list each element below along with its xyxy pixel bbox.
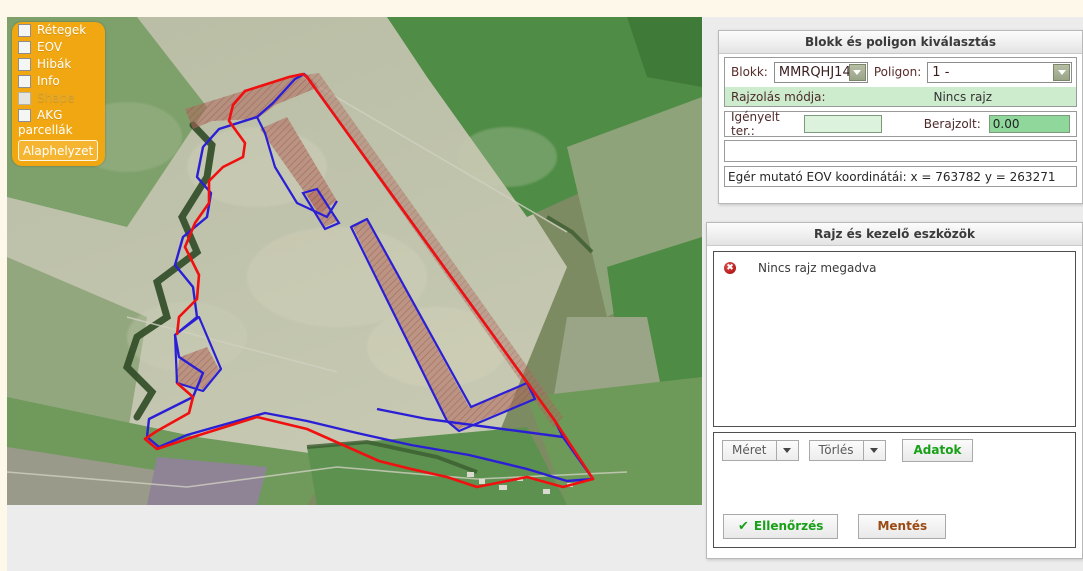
poligon-label: Poligon: <box>873 65 922 79</box>
tool-buttons-box: Méret Törlés Adatok ✔ Ellenőrzés Mentés <box>713 432 1076 548</box>
error-icon: ✖ <box>724 262 736 274</box>
layer-checkbox-akg[interactable] <box>18 109 31 122</box>
message-text: Nincs rajz megadva <box>758 261 877 275</box>
layer-item-eov[interactable]: EOV <box>12 39 105 56</box>
meret-button-label[interactable]: Méret <box>722 440 776 461</box>
requested-area-input[interactable] <box>803 115 882 133</box>
draw-mode-row: Rajzolás módja: Nincs rajz <box>725 86 1076 106</box>
layer-checkbox-retegek[interactable] <box>18 24 31 37</box>
message-list-box: ✖ Nincs rajz megadva <box>713 251 1076 427</box>
selection-fields-group: Blokk: MMRQHJ14 Poligon: 1 - Rajzolás mó… <box>724 57 1077 107</box>
layer-checkbox-eov[interactable] <box>18 41 31 54</box>
layer-label-hibak: Hibák <box>37 57 72 71</box>
meret-split-button[interactable]: Méret <box>722 440 799 461</box>
poligon-value: 1 - <box>932 64 950 80</box>
layer-item-akg[interactable]: AKG <box>12 107 105 124</box>
torles-split-button[interactable]: Törlés <box>808 440 886 461</box>
satellite-parcel-map[interactable] <box>7 17 702 505</box>
reset-view-button[interactable]: Alaphelyzet <box>18 140 98 161</box>
chevron-down-icon[interactable] <box>848 63 866 81</box>
check-icon: ✔ <box>738 519 749 534</box>
layer-item-info[interactable]: Info <box>12 73 105 90</box>
layer-item-retegek[interactable]: Rétegek <box>12 22 105 39</box>
draw-mode-label: Rajzolás módja: <box>731 89 826 104</box>
torles-chevron-down-icon[interactable] <box>862 440 886 461</box>
meret-chevron-down-icon[interactable] <box>775 440 799 461</box>
area-fields-group: Igényelt ter.: Berajzolt: 0.00 <box>724 110 1077 138</box>
map-viewport[interactable] <box>7 17 702 505</box>
tool-buttons-row: Méret Törlés Adatok <box>714 433 1075 462</box>
poligon-dropdown[interactable]: 1 - <box>927 61 1072 83</box>
layer-item-hibak[interactable]: Hibák <box>12 56 105 73</box>
mouse-coordinates-text: Egér mutató EOV koordinátái: x = 763782 … <box>728 169 1056 184</box>
block-polygon-selection-panel: Blokk és poligon kiválasztás Blokk: MMRQ… <box>718 30 1083 204</box>
layer-checkbox-hibak[interactable] <box>18 58 31 71</box>
adatok-button[interactable]: Adatok <box>901 439 974 462</box>
layer-checkbox-shape <box>18 92 31 105</box>
layer-label-akg-parcellak: parcellák <box>18 123 73 137</box>
ellenorzes-button[interactable]: ✔ Ellenőrzés <box>723 514 839 539</box>
ellenorzes-button-label: Ellenőrzés <box>753 519 824 533</box>
requested-area-label: Igényelt ter.: <box>731 110 780 138</box>
layer-label-akg: AKG <box>37 108 63 122</box>
empty-info-box <box>724 140 1077 162</box>
mouse-coordinates-box: Egér mutató EOV koordinátái: x = 763782 … <box>724 166 1077 187</box>
drawing-tools-panel: Rajz és kezelő eszközök ✖ Nincs rajz meg… <box>706 222 1083 559</box>
panel-title-selection: Blokk és poligon kiválasztás <box>719 31 1082 54</box>
drawn-area-label: Berajzolt: <box>923 117 981 131</box>
mentes-button[interactable]: Mentés <box>858 514 947 539</box>
blokk-value: MMRQHJ14 <box>778 64 849 80</box>
chevron-down-icon[interactable] <box>1053 63 1070 81</box>
panel-title-tools: Rajz és kezelő eszközök <box>707 223 1082 246</box>
blokk-dropdown[interactable]: MMRQHJ14 <box>773 61 868 83</box>
layer-label-info: Info <box>37 74 60 88</box>
layers-panel[interactable]: Rétegek EOV Hibák Info Shape AKG parcell… <box>12 22 105 166</box>
layer-checkbox-info[interactable] <box>18 75 31 88</box>
torles-button-label[interactable]: Törlés <box>808 440 863 461</box>
selection-row-dropdowns: Blokk: MMRQHJ14 Poligon: 1 - <box>725 58 1076 84</box>
layer-label-eov: EOV <box>37 40 63 54</box>
message-row: ✖ Nincs rajz megadva <box>714 252 1075 275</box>
layer-label-retegek: Rétegek <box>37 23 87 37</box>
blokk-label: Blokk: <box>731 65 768 79</box>
draw-mode-value: Nincs rajz <box>933 89 993 104</box>
layer-item-shape: Shape <box>12 90 105 107</box>
layer-label-shape: Shape <box>37 91 75 105</box>
drawn-area-value: 0.00 <box>988 115 1071 133</box>
footer-buttons-row: ✔ Ellenőrzés Mentés <box>723 514 947 539</box>
